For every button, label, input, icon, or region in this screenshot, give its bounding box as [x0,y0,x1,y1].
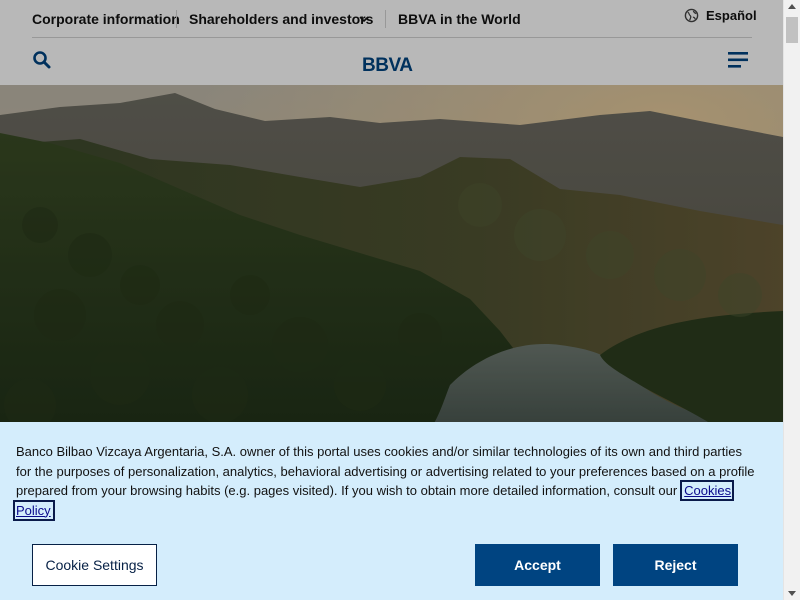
cookie-notice-end: . [51,502,56,518]
cookie-settings-button[interactable]: Cookie Settings [32,544,157,586]
scrollbar-thumb[interactable] [786,17,798,43]
cookie-banner: Banco Bilbao Vizcaya Argentaria, S.A. ow… [0,422,783,600]
cookie-notice-body: Banco Bilbao Vizcaya Argentaria, S.A. ow… [16,444,755,498]
page: Corporate information Shareholders and i… [0,0,783,600]
cookie-notice-text: Banco Bilbao Vizcaya Argentaria, S.A. ow… [12,442,756,521]
accept-button[interactable]: Accept [475,544,600,586]
scroll-up-arrow-icon[interactable] [788,4,796,9]
page-scrollbar[interactable] [783,0,800,600]
reject-button[interactable]: Reject [613,544,738,586]
scroll-down-arrow-icon[interactable] [788,591,796,596]
